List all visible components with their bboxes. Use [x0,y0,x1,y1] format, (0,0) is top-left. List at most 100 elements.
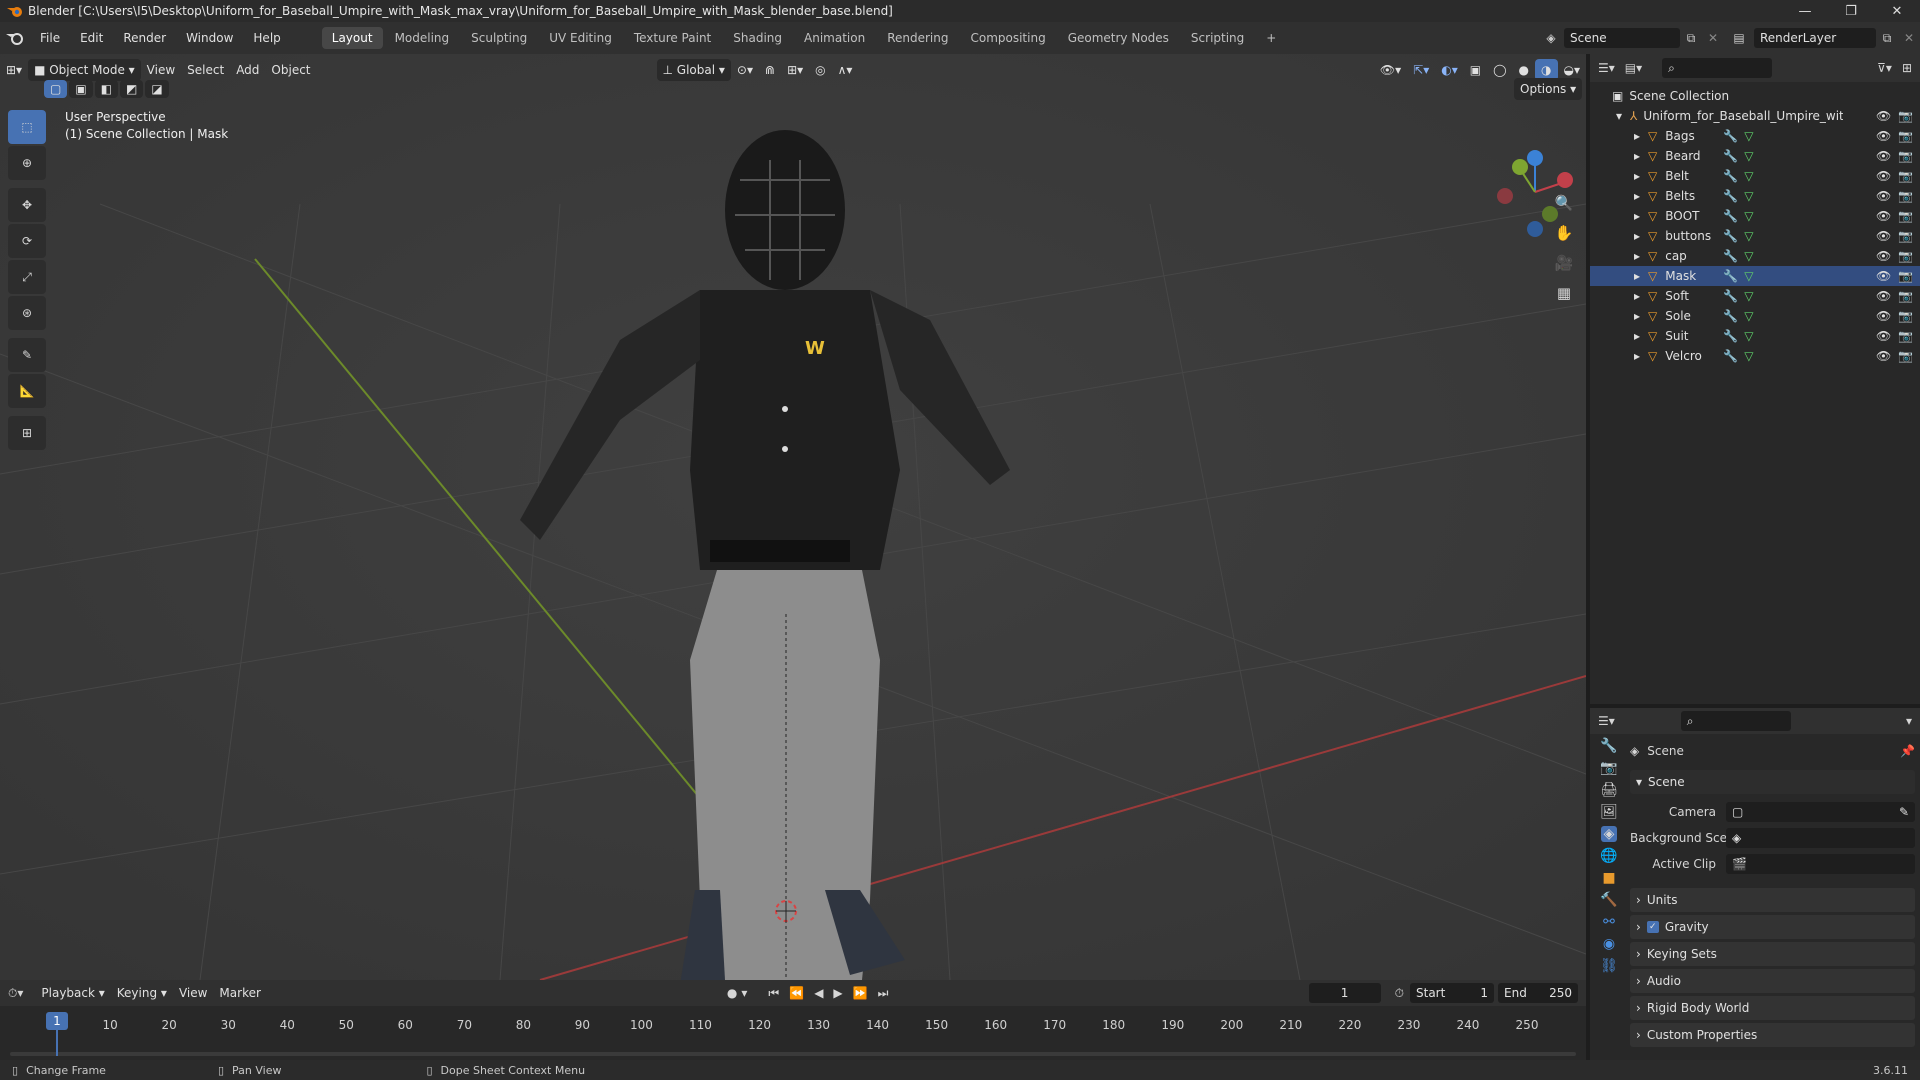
tab-layout[interactable]: Layout [321,27,383,49]
outliner-item-belt[interactable]: ▸ ▽ Belt 🔧 ▽ 👁 📷 [1590,166,1920,186]
expand-arrow-icon[interactable]: ▸ [1634,289,1648,303]
render-camera-icon[interactable]: 📷 [1898,149,1913,163]
scene-field[interactable]: Scene [1564,28,1680,48]
cursor-tool[interactable]: ⊕ [8,146,46,180]
outliner-editor-icon[interactable]: ☰▾ [1598,61,1615,75]
overlay-toggle-icon[interactable]: ◐▾ [1435,59,1464,81]
select-new-icon[interactable]: ▢ [44,80,68,98]
outliner-item-velcro[interactable]: ▸ ▽ Velcro 🔧 ▽ 👁 📷 [1590,346,1920,366]
outliner-item-boot[interactable]: ▸ ▽ BOOT 🔧 ▽ 👁 📷 [1590,206,1920,226]
expand-arrow-icon[interactable]: ▸ [1634,189,1648,203]
tab-rendering[interactable]: Rendering [877,27,958,49]
panel-audio[interactable]: › Audio [1630,969,1915,993]
gravity-checkbox[interactable]: ✓ [1646,921,1659,933]
annotate-tool[interactable]: ✎ [8,338,46,372]
timeline-scrollbar[interactable] [10,1052,1576,1056]
tab-sculpting[interactable]: Sculpting [461,27,537,49]
menu-help[interactable]: Help [243,31,290,45]
scene-tab-icon[interactable]: ◈ [1600,826,1618,842]
constraints-tab-icon[interactable]: ⛓ [1600,958,1618,974]
outliner-item-belts[interactable]: ▸ ▽ Belts 🔧 ▽ 👁 📷 [1590,186,1920,206]
particles-tab-icon[interactable]: ⚯ [1603,914,1615,930]
add-workspace-button[interactable]: + [1256,27,1286,49]
render-camera-icon[interactable]: 📷 [1898,129,1913,143]
current-frame-field[interactable]: 1 [1308,983,1381,1003]
outliner-item-soft[interactable]: ▸ ▽ Soft 🔧 ▽ 👁 📷 [1590,286,1920,306]
outliner-item-buttons[interactable]: ▸ ▽ buttons 🔧 ▽ 👁 📷 [1590,226,1920,246]
view-layer-icon[interactable]: ▤ [1724,31,1754,45]
visibility-eye-icon[interactable]: 👁 [1876,109,1891,123]
outliner-item-cap[interactable]: ▸ ▽ cap 🔧 ▽ 👁 📷 [1590,246,1920,266]
record-icon[interactable]: ● [727,986,737,1000]
menu-marker[interactable]: Marker [213,982,266,1004]
menu-edit[interactable]: Edit [70,31,113,45]
visibility-eye-icon[interactable]: 👁 [1876,249,1891,263]
visibility-eye-icon[interactable]: 👁 [1876,229,1891,243]
renderlayer-field[interactable]: RenderLayer [1754,28,1876,48]
visibility-eye-icon[interactable]: 👁 [1876,349,1891,363]
view-layer-tab-icon[interactable]: 🖼 [1600,804,1618,820]
proportional-edit-icon[interactable]: ◎ [809,59,831,81]
move-tool[interactable]: ✥ [8,188,46,222]
display-mode-icon[interactable]: ▤▾ [1625,61,1642,75]
options-chevron-icon[interactable]: ▾ [1906,714,1912,728]
expand-arrow-icon[interactable]: ▸ [1634,349,1648,363]
snap-icon[interactable]: ⋒ [759,59,781,81]
object-tab-icon[interactable]: ■ [1602,870,1615,886]
jump-keyframe-back-icon[interactable]: ⏪ [789,986,804,1000]
panel-custom-properties[interactable]: › Custom Properties [1630,1023,1915,1047]
outliner-item-mask[interactable]: ▸ ▽ Mask 🔧 ▽ 👁 📷 [1590,266,1920,286]
panel-gravity[interactable]: › ✓ Gravity [1630,915,1915,939]
outliner-item-suit[interactable]: ▸ ▽ Suit 🔧 ▽ 👁 📷 [1590,326,1920,346]
select-intersect-icon[interactable]: ◪ [145,80,169,98]
properties-editor-icon[interactable]: ☰▾ [1598,714,1615,728]
expand-arrow-icon[interactable]: ▸ [1634,249,1648,263]
render-camera-icon[interactable]: 📷 [1898,329,1913,343]
outliner-scene-collection[interactable]: ▣ Scene Collection [1590,86,1920,106]
snap-target-icon[interactable]: ⊞▾ [781,59,809,81]
visibility-eye-icon[interactable]: 👁 [1876,309,1891,323]
xray-icon[interactable]: ▣ [1464,59,1487,81]
menu-view[interactable]: View [141,59,181,81]
menu-add[interactable]: Add [230,59,265,81]
tool-tab-icon[interactable]: 🔧 [1600,738,1617,754]
tab-uv-editing[interactable]: UV Editing [539,27,622,49]
start-frame-field[interactable]: Start 1 [1410,983,1494,1003]
outliner-item-bags[interactable]: ▸ ▽ Bags 🔧 ▽ 👁 📷 [1590,126,1920,146]
falloff-icon[interactable]: ∧▾ [832,59,859,81]
timeline-editor-icon[interactable]: ⏱▾ [8,986,23,1001]
camera-field[interactable]: ▢ ✎ [1726,802,1915,822]
tab-geometry-nodes[interactable]: Geometry Nodes [1058,27,1179,49]
menu-playback[interactable]: Playback ▾ [35,982,110,1004]
close-button[interactable]: ✕ [1874,4,1920,19]
new-layer-icon[interactable]: ⧉ [1876,31,1898,46]
camera-view-icon[interactable]: 🎥 [1550,254,1578,284]
visibility-icon[interactable]: 👁▾ [1374,59,1407,81]
modifier-tab-icon[interactable]: 🔨 [1600,892,1617,908]
visibility-eye-icon[interactable]: 👁 [1876,289,1891,303]
tab-texture-paint[interactable]: Texture Paint [624,27,721,49]
background-scene-field[interactable]: ◈ [1726,828,1915,848]
properties-search-input[interactable]: ⌕ [1680,711,1791,731]
object-mode-dropdown[interactable]: ■ Object Mode ▾ [28,59,141,81]
visibility-eye-icon[interactable]: 👁 [1876,129,1891,143]
output-tab-icon[interactable]: 🖨 [1600,782,1618,798]
editor-type-icon[interactable]: ⊞▾ [0,59,28,81]
outliner-item-beard[interactable]: ▸ ▽ Beard 🔧 ▽ 👁 📷 [1590,146,1920,166]
expand-arrow-icon[interactable]: ▾ [1616,109,1630,123]
panel-rigid-body-world[interactable]: › Rigid Body World [1630,996,1915,1020]
menu-object[interactable]: Object [265,59,316,81]
clock-icon[interactable]: ⏱ [1395,986,1404,1001]
tab-scripting[interactable]: Scripting [1181,27,1254,49]
render-camera-icon[interactable]: 📷 [1898,349,1913,363]
gizmo-toggle-icon[interactable]: ⇱▾ [1407,59,1435,81]
menu-window[interactable]: Window [176,31,243,45]
zoom-icon[interactable]: 🔍 [1550,194,1578,224]
expand-arrow-icon[interactable]: ▸ [1634,269,1648,283]
visibility-eye-icon[interactable]: 👁 [1876,269,1891,283]
panel-keying-sets[interactable]: › Keying Sets [1630,942,1915,966]
render-camera-icon[interactable]: 📷 [1898,169,1913,183]
outliner-item-sole[interactable]: ▸ ▽ Sole 🔧 ▽ 👁 📷 [1590,306,1920,326]
render-camera-icon[interactable]: 📷 [1898,269,1913,283]
visibility-eye-icon[interactable]: 👁 [1876,149,1891,163]
